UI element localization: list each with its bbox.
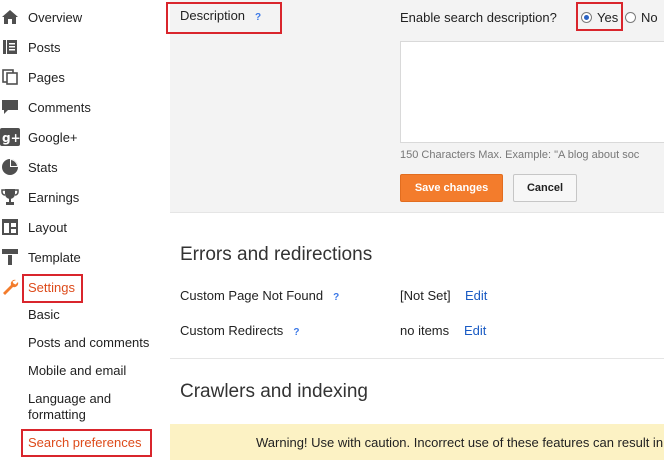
sidebar-item-label: Template [28, 249, 81, 265]
pages-icon [0, 67, 20, 87]
comment-icon [0, 97, 20, 117]
description-panel: Description? Enable search description? … [166, 0, 664, 212]
custom-page-not-found-label: Custom Page Not Found? [180, 288, 339, 303]
highlight-box-description [166, 2, 282, 34]
sidebar-item-google-plus[interactable]: g+ Google+ [0, 125, 78, 149]
sidebar-item-earnings[interactable]: Earnings [0, 185, 79, 209]
custom-page-not-found-value: [Not Set] [400, 288, 451, 303]
sidebar-item-label: Layout [28, 219, 68, 235]
sidebar-item-label: Google+ [28, 129, 78, 145]
crawlers-section-title: Crawlers and indexing [180, 381, 368, 402]
help-icon[interactable]: ? [333, 292, 339, 303]
custom-page-not-found-edit-link[interactable]: Edit [465, 288, 487, 303]
sidebar-item-template[interactable]: Template [0, 245, 81, 269]
no-radio[interactable] [625, 12, 636, 23]
posts-icon [0, 37, 20, 57]
svg-text:g+: g+ [2, 131, 20, 145]
template-icon [0, 247, 20, 267]
sidebar: Overview Posts Pages Comments g+ Google+… [0, 0, 165, 466]
row-label-text: Custom Redirects [180, 323, 284, 338]
errors-section-title: Errors and redirections [180, 244, 373, 265]
sidebar-item-label: Pages [28, 69, 65, 85]
sidebar-item-overview[interactable]: Overview [0, 5, 82, 29]
sidebar-subitem-language-and-formatting[interactable]: Language and formatting [28, 391, 138, 423]
cancel-button[interactable]: Cancel [513, 174, 577, 202]
sidebar-subitem-mobile-and-email[interactable]: Mobile and email [28, 363, 126, 379]
highlight-box-yes [576, 2, 623, 31]
sidebar-item-stats[interactable]: Stats [0, 155, 58, 179]
sidebar-item-layout[interactable]: Layout [0, 215, 67, 239]
highlight-box-settings [22, 274, 83, 303]
sidebar-subitem-basic[interactable]: Basic [28, 307, 60, 323]
sidebar-item-label: Overview [28, 9, 83, 25]
character-hint: 150 Characters Max. Example: "A blog abo… [400, 149, 640, 161]
google-plus-icon: g+ [0, 127, 20, 147]
trophy-icon [0, 187, 20, 207]
help-icon[interactable]: ? [293, 327, 299, 338]
row-label-text: Custom Page Not Found [180, 288, 324, 303]
custom-redirects-edit-link[interactable]: Edit [464, 323, 486, 338]
main-content: Description? Enable search description? … [166, 0, 664, 466]
sidebar-item-label: Earnings [28, 189, 80, 205]
pie-chart-icon [0, 157, 20, 177]
description-textarea[interactable] [400, 41, 664, 143]
sidebar-subitem-posts-and-comments[interactable]: Posts and comments [28, 335, 149, 351]
wrench-icon [0, 277, 20, 297]
divider [170, 212, 664, 213]
sidebar-item-posts[interactable]: Posts [0, 35, 61, 59]
home-icon [0, 7, 20, 27]
sidebar-item-pages[interactable]: Pages [0, 65, 65, 89]
sidebar-item-label: Stats [28, 159, 58, 175]
sidebar-item-comments[interactable]: Comments [0, 95, 91, 119]
no-radio-label: No [641, 10, 658, 25]
sidebar-item-label: Comments [28, 99, 91, 115]
custom-redirects-value: no items [400, 323, 450, 338]
layout-icon [0, 217, 20, 237]
warning-banner: Warning! Use with caution. Incorrect use… [170, 424, 664, 460]
save-changes-button[interactable]: Save changes [400, 174, 503, 202]
custom-redirects-label: Custom Redirects? [180, 323, 299, 338]
highlight-box-search-preferences [21, 429, 152, 457]
divider [170, 358, 664, 359]
sidebar-item-label: Posts [28, 39, 61, 55]
enable-search-description-label: Enable search description? [400, 10, 557, 25]
